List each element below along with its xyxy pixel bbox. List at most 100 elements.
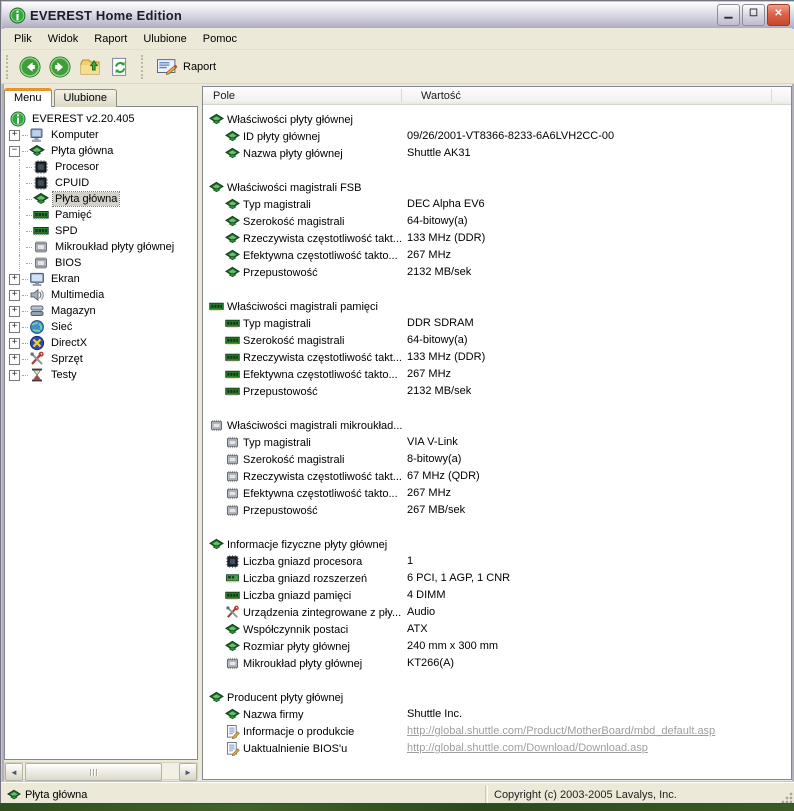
sidebar-item[interactable]: + Magazyn xyxy=(5,303,197,319)
ram-icon xyxy=(225,384,240,399)
field-value: 2132 MB/sek xyxy=(407,385,472,397)
mobo-icon xyxy=(225,197,240,212)
scrollbar-track[interactable] xyxy=(23,763,179,781)
table-row[interactable]: Informacje o produkcie http://global.shut… xyxy=(203,723,791,740)
table-row[interactable]: Nazwa firmy Shuttle Inc. xyxy=(203,706,791,723)
chip-icon xyxy=(225,469,240,484)
section-title-row[interactable]: Właściwości magistrali FSB xyxy=(203,179,791,196)
table-row[interactable]: Rozmiar płyty głównej 240 mm x 300 mm xyxy=(203,638,791,655)
value-link[interactable]: http://global.shuttle.com/Product/Mother… xyxy=(407,723,715,740)
tree-expander-icon[interactable]: + xyxy=(9,337,20,349)
sidebar-item[interactable]: CPUID xyxy=(5,175,197,191)
sidebar-item[interactable]: Pamięć xyxy=(5,207,197,223)
table-row[interactable]: Przepustowość 2132 MB/sek xyxy=(203,383,791,400)
tree-expander-icon[interactable]: + xyxy=(9,289,20,301)
tree-expander-icon[interactable]: + xyxy=(9,305,20,317)
table-row[interactable]: Rzeczywista częstotliwość takt... 133 MHz… xyxy=(203,349,791,366)
back-button[interactable] xyxy=(15,53,45,81)
table-row[interactable]: Przepustowość 267 MB/sek xyxy=(203,502,791,519)
table-row[interactable]: Szerokość magistrali 8-bitowy(a) xyxy=(203,451,791,468)
menu-item-plik[interactable]: Plik xyxy=(6,31,40,47)
table-row[interactable]: Szerokość magistrali 64-bitowy(a) xyxy=(203,332,791,349)
table-row[interactable]: Efektywna częstotliwość takto... 267 MHz xyxy=(203,247,791,264)
tree-expander-icon[interactable]: + xyxy=(9,353,20,365)
section-title-row[interactable]: Informacje fizyczne płyty głównej xyxy=(203,536,791,553)
field-label: Nazwa firmy xyxy=(243,708,304,721)
table-row[interactable]: Efektywna częstotliwość takto... 267 MHz xyxy=(203,366,791,383)
folder-up-button[interactable] xyxy=(75,53,105,81)
sidebar-item[interactable]: EVEREST v2.20.405 xyxy=(5,111,197,127)
table-row[interactable]: Przepustowość 2132 MB/sek xyxy=(203,264,791,281)
tree-expander-icon[interactable]: − xyxy=(9,145,20,157)
tree-expander-icon[interactable]: + xyxy=(9,273,20,285)
table-row[interactable]: Szerokość magistrali 64-bitowy(a) xyxy=(203,213,791,230)
tree-expander-icon[interactable]: + xyxy=(9,321,20,333)
tab-menu[interactable]: Menu xyxy=(4,88,52,107)
close-button[interactable]: ✕ xyxy=(767,4,790,26)
scrollbar-thumb[interactable] xyxy=(25,763,162,781)
field-label: Szerokość magistrali xyxy=(243,215,345,228)
menu-item-pomoc[interactable]: Pomoc xyxy=(195,31,245,47)
sidebar-item[interactable]: + DirectX xyxy=(5,335,197,351)
table-row[interactable]: ID płyty głównej 09/26/2001-VT8366-8233-6… xyxy=(203,128,791,145)
menu-item-ulubione[interactable]: Ulubione xyxy=(135,31,194,47)
sidebar-item[interactable]: + Multimedia xyxy=(5,287,197,303)
title-bar[interactable]: EVEREST Home Edition ▁ ☐ ✕ xyxy=(2,2,794,28)
section-title-row[interactable]: Właściwości magistrali pamięci xyxy=(203,298,791,315)
menu-item-widok[interactable]: Widok xyxy=(40,31,87,47)
toolbar-grip[interactable] xyxy=(6,54,11,79)
sidebar-item[interactable]: Procesor xyxy=(5,159,197,175)
table-row[interactable]: Liczba gniazd pamięci 4 DIMM xyxy=(203,587,791,604)
field-value: 267 MHz xyxy=(407,249,452,261)
section-title-row[interactable]: Właściwości płyty głównej xyxy=(203,111,791,128)
report-button[interactable]: Raport xyxy=(152,52,224,82)
tab-ulubione[interactable]: Ulubione xyxy=(53,89,117,107)
column-header-wartosc[interactable]: Wartość xyxy=(411,90,461,102)
table-row[interactable]: Uaktualnienie BIOS'u http://global.shuttl… xyxy=(203,740,791,757)
sidebar-item[interactable]: − Płyta główna xyxy=(5,143,197,159)
table-row[interactable]: Nazwa płyty głównej Shuttle AK31 xyxy=(203,145,791,162)
value-link[interactable]: http://global.shuttle.com/Download/Downl… xyxy=(407,740,648,757)
refresh-button[interactable] xyxy=(105,53,135,81)
section-title-row[interactable]: Właściwości magistrali mikroukład... xyxy=(203,417,791,434)
table-row[interactable]: Typ magistrali DEC Alpha EV6 xyxy=(203,196,791,213)
toolbar: Raport xyxy=(1,50,794,84)
table-row[interactable]: Współczynnik postaci ATX xyxy=(203,621,791,638)
maximize-button[interactable]: ☐ xyxy=(742,4,765,26)
field-value: 64-bitowy(a) xyxy=(407,334,468,346)
table-row[interactable]: Efektywna częstotliwość takto... 267 MHz xyxy=(203,485,791,502)
chip-icon xyxy=(209,418,224,433)
forward-button[interactable] xyxy=(45,53,75,81)
field-value: 133 MHz (DDR) xyxy=(407,232,486,244)
sidebar-item[interactable]: Mikroukład płyty głównej xyxy=(5,239,197,255)
table-row[interactable]: Urządzenia zintegrowane z pły... Audio xyxy=(203,604,791,621)
minimize-button[interactable]: ▁ xyxy=(717,4,740,26)
tree-expander-icon[interactable]: + xyxy=(9,129,20,141)
audio-icon xyxy=(29,287,45,303)
sidebar-item[interactable]: SPD xyxy=(5,223,197,239)
column-header-pole[interactable]: Pole xyxy=(203,90,411,102)
table-row[interactable]: Liczba gniazd rozszerzeń 6 PCI, 1 AGP, 1 … xyxy=(203,570,791,587)
field-label: Rzeczywista częstotliwość takt... xyxy=(243,351,402,364)
table-row[interactable]: Rzeczywista częstotliwość takt... 67 MHz … xyxy=(203,468,791,485)
tree-expander-icon[interactable]: + xyxy=(9,369,20,381)
table-row[interactable]: Typ magistrali DDR SDRAM xyxy=(203,315,791,332)
table-row[interactable]: Rzeczywista częstotliwość takt... 133 MHz… xyxy=(203,230,791,247)
sidebar-item[interactable]: + Ekran xyxy=(5,271,197,287)
scroll-left-button[interactable]: ◄ xyxy=(5,763,23,781)
sidebar-item[interactable]: Płyta główna xyxy=(5,191,197,207)
field-label: Przepustowość xyxy=(243,504,318,517)
sidebar-item[interactable]: BIOS xyxy=(5,255,197,271)
section-title-row[interactable]: Producent płyty głównej xyxy=(203,689,791,706)
sidebar-item[interactable]: + Sprzęt xyxy=(5,351,197,367)
scroll-right-button[interactable]: ► xyxy=(179,763,197,781)
table-row[interactable]: Liczba gniazd procesora 1 xyxy=(203,553,791,570)
table-row[interactable]: Typ magistrali VIA V-Link xyxy=(203,434,791,451)
table-row[interactable]: Mikroukład płyty głównej KT266(A) xyxy=(203,655,791,672)
sidebar-item[interactable]: + Testy xyxy=(5,367,197,383)
sidebar-horizontal-scrollbar[interactable]: ◄ ► xyxy=(4,762,198,781)
menu-item-raport[interactable]: Raport xyxy=(86,31,135,47)
sidebar-item[interactable]: + Komputer xyxy=(5,127,197,143)
sidebar-item[interactable]: + Sieć xyxy=(5,319,197,335)
field-value: 240 mm x 300 mm xyxy=(407,640,499,652)
